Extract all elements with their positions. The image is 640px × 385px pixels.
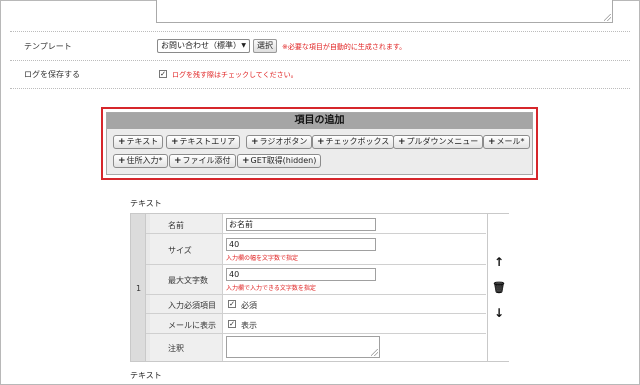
add-file-button[interactable]: +ファイル添付 (169, 154, 236, 168)
row-show-mail: メールに表示 ✓ 表示 (146, 314, 486, 334)
divider (10, 88, 630, 89)
show-mail-checkbox[interactable]: ✓ (228, 320, 236, 328)
row-maxlen: 最大文字数 40 入力欄で入力できる文字数を指定 (146, 265, 486, 295)
divider (10, 60, 630, 61)
show-mail-label: メールに表示 (168, 321, 216, 330)
maxlen-input[interactable]: 40 (226, 268, 376, 281)
template-select[interactable]: お問い合わせ（標準） ▼ (157, 39, 250, 53)
name-label: 名前 (168, 221, 184, 230)
chip-label: ファイル添付 (182, 156, 231, 165)
field-controls: ↑ 🗑 ↓ (487, 214, 509, 361)
resize-grip-icon[interactable] (371, 349, 378, 356)
select-arrow-icon: ▼ (241, 42, 246, 49)
add-items-title: 項目の追加 (107, 113, 532, 129)
previous-textarea[interactable] (156, 0, 613, 23)
add-items-inner: 項目の追加 +テキスト +テキストエリア +ラジオボタン +チェックボックス +… (106, 112, 533, 175)
chip-label: テキスト (126, 137, 159, 146)
add-address-button[interactable]: +住所入力* (113, 154, 168, 168)
show-mail-check-label: 表示 (241, 321, 257, 330)
chip-label: テキストエリア (179, 137, 236, 146)
move-up-icon[interactable]: ↑ (488, 255, 510, 269)
log-checkbox[interactable]: ✓ (159, 70, 167, 78)
add-text-button[interactable]: +テキスト (113, 135, 164, 149)
field-number-column: 1 (131, 214, 146, 361)
chip-label: プルダウンメニュー (406, 137, 479, 146)
next-section-title: テキスト (130, 371, 162, 380)
template-select-button[interactable]: 選択 (253, 39, 277, 53)
field-section-title: テキスト (130, 199, 162, 208)
size-hint: 入力欄の幅を文字数で指定 (226, 255, 299, 262)
add-pulldown-button[interactable]: +プルダウンメニュー (393, 135, 484, 149)
divider (10, 31, 630, 32)
row-note: 注釈 (146, 334, 486, 361)
size-input[interactable]: 40 (226, 238, 376, 251)
field-table: 1 名前 お名前 サイズ 40 入力欄の幅を文字数で指定 最大文字数 40 入力… (130, 213, 509, 362)
template-note: ※必要な項目が自動的に生成されます。 (282, 43, 407, 51)
field-number: 1 (135, 284, 142, 293)
add-radio-button[interactable]: +ラジオボタン (246, 135, 313, 149)
required-label: 入力必須項目 (168, 301, 216, 310)
log-label: ログを保存する (24, 70, 80, 79)
chip-label: チェックボックス (325, 137, 390, 146)
chip-label: GET取得(hidden) (250, 156, 317, 165)
add-textarea-button[interactable]: +テキストエリア (166, 135, 241, 149)
size-label: サイズ (168, 246, 192, 255)
row-name: 名前 お名前 (146, 214, 486, 234)
add-items-panel: 項目の追加 +テキスト +テキストエリア +ラジオボタン +チェックボックス +… (101, 107, 538, 180)
required-checkbox[interactable]: ✓ (228, 300, 236, 308)
add-mail-button[interactable]: +メール* (483, 135, 530, 149)
template-label: テンプレート (24, 42, 72, 51)
move-down-icon[interactable]: ↓ (488, 306, 510, 320)
log-checkbox-note: ログを残す際はチェックしてください。 (172, 71, 298, 79)
name-input[interactable]: お名前 (226, 218, 376, 231)
maxlen-label: 最大文字数 (168, 276, 208, 285)
row-required: 入力必須項目 ✓ 必須 (146, 295, 486, 314)
add-checkbox-button[interactable]: +チェックボックス (312, 135, 395, 149)
chip-label: メール* (496, 137, 525, 146)
note-textarea[interactable] (226, 336, 380, 358)
required-check-label: 必須 (241, 301, 257, 310)
chip-label: ラジオボタン (259, 137, 308, 146)
template-select-value: お問い合わせ（標準） (161, 41, 241, 50)
row-size: サイズ 40 入力欄の幅を文字数で指定 (146, 234, 486, 265)
note-label: 注釈 (168, 344, 184, 353)
delete-icon[interactable]: 🗑 (488, 281, 510, 294)
resize-grip-icon[interactable] (604, 14, 611, 21)
add-get-hidden-button[interactable]: +GET取得(hidden) (237, 154, 322, 168)
maxlen-hint: 入力欄で入力できる文字数を指定 (226, 285, 316, 292)
chip-label: 住所入力* (126, 156, 163, 165)
